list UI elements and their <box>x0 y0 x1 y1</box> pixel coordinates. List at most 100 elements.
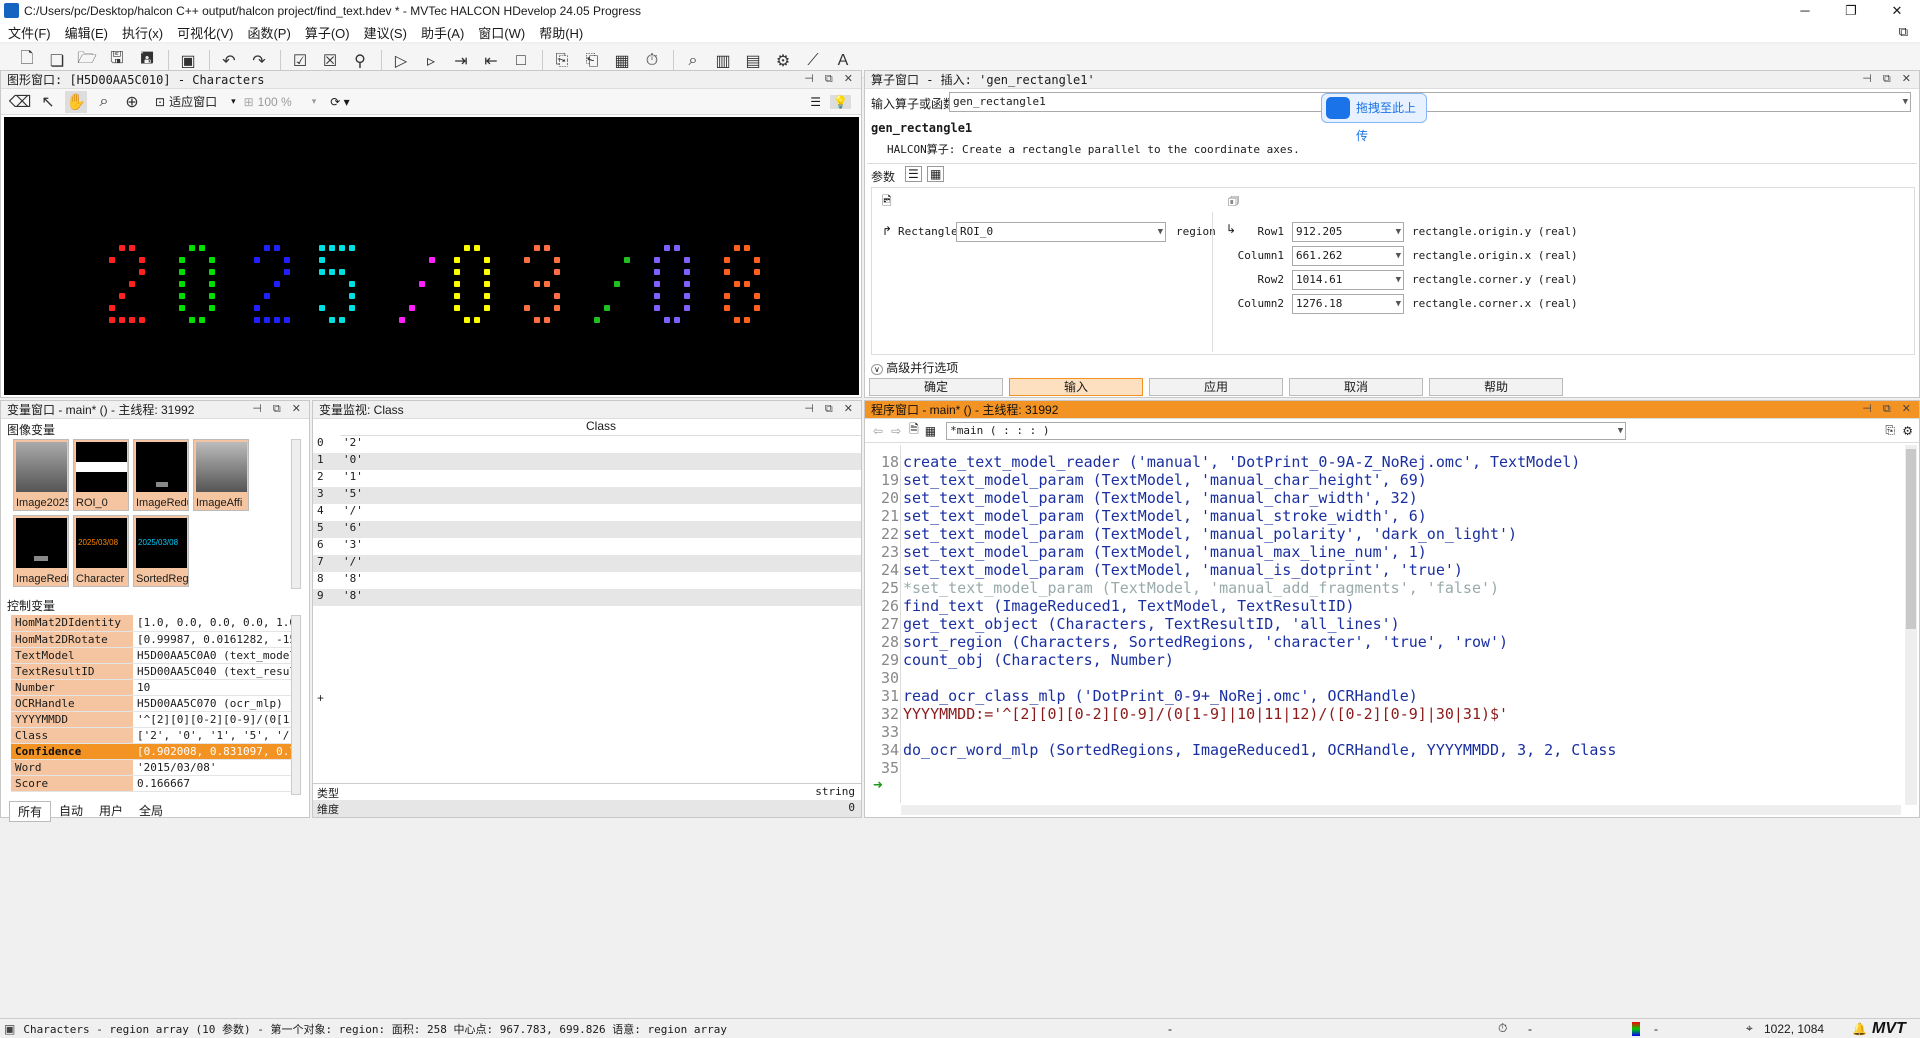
menu-edit[interactable]: 编辑(E) <box>65 23 108 42</box>
code-editor[interactable]: 18 create_text_model_reader ('manual', 'D… <box>865 445 1905 803</box>
save-all-icon[interactable]: 🖪 <box>136 50 158 72</box>
draw-mode-icon[interactable]: ⟳ ▾ <box>330 95 349 109</box>
chart-icon[interactable]: ⟋ <box>802 50 824 72</box>
watch-row[interactable]: 8 '8' <box>313 572 861 589</box>
tab-auto[interactable]: 自动 <box>51 801 91 822</box>
histogram-icon[interactable]: ▥ <box>712 50 734 72</box>
tab-all[interactable]: 所有 <box>9 801 52 822</box>
menu-suggestions[interactable]: 建议(S) <box>364 23 407 42</box>
minimize-button[interactable]: ─ <box>1782 0 1828 22</box>
print-icon[interactable]: 🗎 <box>909 420 919 441</box>
clear-icon[interactable]: ⌫ <box>9 91 32 113</box>
code-line[interactable]: set_text_model_param (TextModel, 'manual… <box>903 489 1418 507</box>
code-line[interactable]: set_text_model_param (TextModel, 'manual… <box>903 507 1427 525</box>
reset-program-icon[interactable]: ⎘ <box>551 50 573 72</box>
control-variable-row[interactable]: HomMat2DRotate[0.99987, 0.0161282, -15..… <box>11 631 291 648</box>
timer-status-icon[interactable]: ⏱ <box>1498 1021 1507 1036</box>
new-file-icon[interactable]: 🗋 <box>16 50 38 72</box>
help-button[interactable]: 帮助 <box>1429 378 1563 396</box>
upload-badge[interactable]: 拖拽至此上传 <box>1321 93 1427 143</box>
panel-buttons[interactable]: ⊣ ⧉ ✕ <box>252 402 305 416</box>
zoom-in-icon[interactable]: ⊕ <box>121 91 143 113</box>
redo-icon[interactable]: ↷ <box>248 50 270 72</box>
watch-row[interactable]: 5 '6' <box>313 521 861 538</box>
watch-row[interactable]: 2 '1' <box>313 470 861 487</box>
bell-icon[interactable]: 🔔 <box>1852 1022 1867 1036</box>
watch-row[interactable]: 7 '/' <box>313 555 861 572</box>
code-line[interactable]: set_text_model_param (TextModel, 'manual… <box>903 561 1463 579</box>
stop-icon[interactable]: □ <box>510 50 532 72</box>
code-line[interactable]: count_obj (Characters, Number) <box>903 651 1174 669</box>
reset-all-icon[interactable]: ⎗ <box>581 50 603 72</box>
grid-view-icon[interactable]: ▦ <box>927 166 945 182</box>
thumb-imagereduced[interactable]: ImageRedu <box>133 439 189 511</box>
run-icon[interactable]: ▷ <box>390 50 412 72</box>
menu-procedures[interactable]: 函数(P) <box>247 23 290 42</box>
code-line[interactable]: sort_region (Characters, SortedRegions, … <box>903 633 1508 651</box>
timer-icon[interactable]: ⏱ <box>641 50 663 72</box>
close-button[interactable]: ✕ <box>1874 0 1920 22</box>
panel-buttons[interactable]: ⊣ ⧉ ✕ <box>1862 72 1915 86</box>
watch-row[interactable]: 6 '3' <box>313 538 861 555</box>
thumb-image2025[interactable]: Image2025 <box>13 439 69 511</box>
control-variable-row[interactable]: TextResultIDH5D00AA5C040 (text_result) <box>11 663 291 680</box>
apply-button[interactable]: 应用 <box>1149 378 1283 396</box>
expand-icon[interactable]: + <box>317 691 324 705</box>
procedure-select[interactable]: *main ( : : : ) ▼ <box>946 421 1627 440</box>
tab-user[interactable]: 用户 <box>91 801 131 822</box>
menu-help[interactable]: 帮助(H) <box>539 23 583 42</box>
deactivate-icon[interactable]: ☒ <box>319 50 341 72</box>
zoom-icon[interactable]: ⌕ <box>682 50 704 72</box>
thumb-roi[interactable]: ROI_0 <box>73 439 129 511</box>
control-variable-row[interactable]: Word '2015/03/08' <box>11 759 291 776</box>
open-file-icon[interactable]: 🗁 <box>76 50 98 72</box>
edit-icon[interactable]: ⎘ <box>1885 423 1895 438</box>
chevron-down-icon[interactable]: ▼ <box>1903 93 1908 111</box>
param-field[interactable]: 661.262 ▼ <box>1292 246 1404 266</box>
list-view-icon[interactable]: ☰ <box>905 166 922 182</box>
fit-window-label[interactable]: 适应窗口 <box>169 93 217 110</box>
step-back-icon[interactable]: ⇤ <box>480 50 502 72</box>
chevron-down-icon[interactable]: ▾ <box>231 96 236 107</box>
pin-icon[interactable]: ⧉ <box>1899 24 1908 40</box>
lightbulb-icon[interactable]: 💡 <box>830 94 851 109</box>
operator-input[interactable]: gen_rectangle1 ▼ <box>949 92 1911 112</box>
code-line[interactable]: read_ocr_class_mlp ('DotPrint_0-9+_NoRej… <box>903 687 1418 705</box>
cancel-button[interactable]: 取消 <box>1289 378 1423 396</box>
menu-visualize[interactable]: 可视化(V) <box>177 23 233 42</box>
param-field[interactable]: 912.205 ▼ <box>1292 222 1404 242</box>
color-icon[interactable] <box>1632 1021 1640 1036</box>
chevron-down-icon[interactable]: ▼ <box>1396 247 1401 265</box>
menu-execute[interactable]: 执行(x) <box>122 23 163 42</box>
code-line[interactable]: *set_text_model_param (TextModel, 'manua… <box>903 579 1499 597</box>
code-line[interactable]: get_text_object (Characters, TextResultI… <box>903 615 1400 633</box>
chevron-down-icon[interactable]: ▼ <box>1618 423 1623 439</box>
code-line[interactable]: do_ocr_word_mlp (SortedRegions, ImageRed… <box>903 741 1616 759</box>
chevron-down-icon[interactable]: ▼ <box>1158 223 1163 241</box>
code-line[interactable]: YYYYMMDD:='^[2][0][0-2][0-9]/(0[1-9]|10|… <box>903 705 1508 723</box>
chevron-down-icon[interactable]: ▼ <box>1396 271 1401 289</box>
chevron-down-icon[interactable]: ▼ <box>1396 295 1401 313</box>
forward-icon[interactable]: ⇨ <box>891 424 901 438</box>
code-line[interactable]: set_text_model_param (TextModel, 'manual… <box>903 471 1427 489</box>
pointer-icon[interactable]: ↖ <box>37 91 59 113</box>
assistant-icon[interactable]: ▦ <box>611 50 633 72</box>
save-icon[interactable]: 🖫 <box>106 50 128 72</box>
thumb-imageaffine[interactable]: ImageAffi <box>193 439 249 511</box>
menu-operators[interactable]: 算子(O) <box>305 23 350 42</box>
line-profile-icon[interactable]: ▤ <box>742 50 764 72</box>
control-variable-row[interactable]: Class['2', '0', '1', '5', '/',... <box>11 727 291 744</box>
undo-icon[interactable]: ↶ <box>218 50 240 72</box>
fit-window-icon[interactable]: ⊡ <box>155 95 165 109</box>
pan-icon[interactable]: ✋ <box>65 90 87 113</box>
layers-icon[interactable]: ☰ <box>810 95 821 109</box>
graphics-canvas[interactable] <box>4 117 859 395</box>
enter-button[interactable]: 输入 <box>1009 378 1143 396</box>
panel-buttons[interactable]: ⊣ ⧉ ✕ <box>804 72 857 86</box>
font-icon[interactable]: A <box>832 50 854 72</box>
zoom-magnifier-icon[interactable]: ⌕ <box>93 91 115 113</box>
thumb-sortedregions[interactable]: 2025/03/08 SortedReg <box>133 515 189 587</box>
camera-icon[interactable]: ▣ <box>177 50 199 72</box>
code-line[interactable]: set_text_model_param (TextModel, 'manual… <box>903 525 1517 543</box>
control-variable-row[interactable]: TextModel H5D00AA5C0A0 (text_model) <box>11 647 291 664</box>
